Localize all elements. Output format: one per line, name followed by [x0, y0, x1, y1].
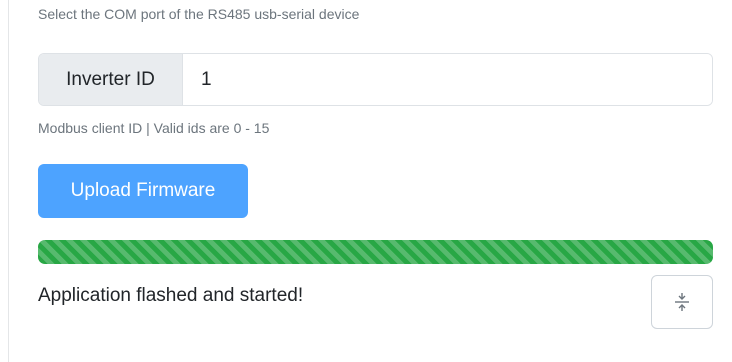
inverter-id-label: Inverter ID [39, 54, 183, 105]
panel-left-border [8, 0, 9, 362]
expand-collapse-icon [674, 291, 690, 313]
com-port-help-text: Select the COM port of the RS485 usb-ser… [38, 6, 360, 22]
upload-progress [38, 240, 713, 264]
firmware-upload-panel: Select the COM port of the RS485 usb-ser… [0, 0, 732, 362]
upload-progress-bar [38, 240, 713, 264]
expand-collapse-button[interactable] [651, 275, 713, 329]
inverter-id-input-group: Inverter ID [38, 53, 713, 106]
upload-firmware-button[interactable]: Upload Firmware [38, 164, 248, 218]
status-message: Application flashed and started! [38, 285, 304, 306]
inverter-id-input[interactable] [183, 54, 712, 105]
inverter-id-help-text: Modbus client ID | Valid ids are 0 - 15 [38, 120, 270, 136]
